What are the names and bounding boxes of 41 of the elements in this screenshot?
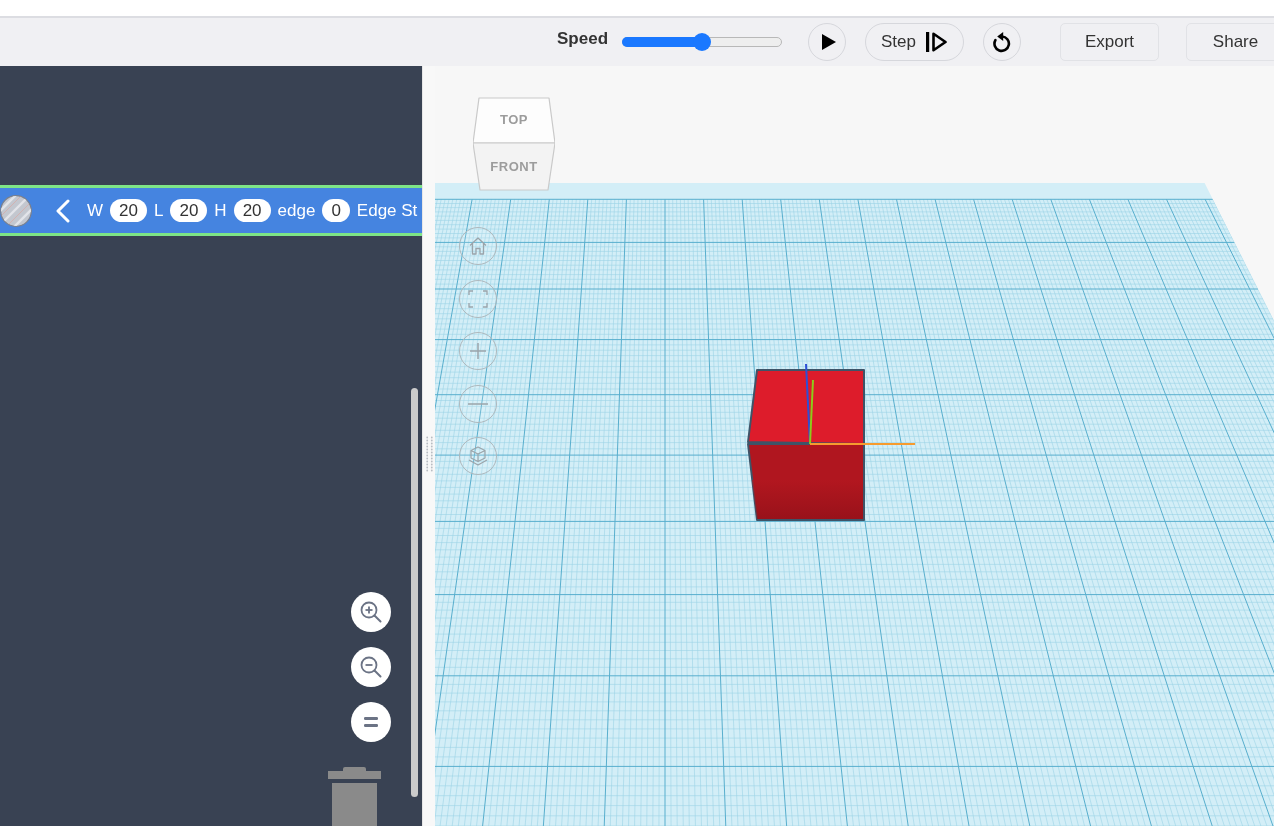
speed-slider[interactable] xyxy=(622,33,783,51)
fit-view-icon xyxy=(468,289,488,308)
number-field[interactable]: 20 xyxy=(110,199,147,222)
cube-icon xyxy=(468,446,488,466)
y-axis-line xyxy=(809,379,814,445)
plus-icon xyxy=(470,343,486,359)
field-label: H xyxy=(214,200,227,221)
striped-circle-icon xyxy=(0,194,32,227)
play-icon xyxy=(821,34,836,50)
zoom-in-icon xyxy=(360,601,382,623)
scrollbar-thumb[interactable] xyxy=(411,388,418,797)
home-button[interactable] xyxy=(459,227,497,265)
zoom-out-icon xyxy=(360,656,382,678)
export-button[interactable]: Export xyxy=(1060,23,1160,61)
reset-zoom-button[interactable] xyxy=(351,702,391,742)
equals-icon xyxy=(364,717,378,727)
slider-thumb[interactable] xyxy=(693,33,712,51)
play-button[interactable] xyxy=(808,23,847,61)
number-field[interactable]: 0 xyxy=(322,199,350,222)
perspective-button[interactable] xyxy=(459,437,497,475)
speed-label: Speed xyxy=(557,29,609,49)
share-button[interactable]: Share xyxy=(1186,23,1274,61)
grip-icon xyxy=(425,436,433,472)
number-field[interactable]: 20 xyxy=(233,199,271,222)
field-label: W xyxy=(87,200,104,221)
home-icon xyxy=(469,237,487,255)
field-label: L xyxy=(153,200,164,221)
trash-icon[interactable] xyxy=(328,767,381,826)
zoom-out-button[interactable] xyxy=(351,647,391,687)
field-label: edge xyxy=(277,200,316,221)
restart-icon xyxy=(992,31,1013,53)
step-button[interactable]: Step xyxy=(865,23,965,61)
cube-shape[interactable] xyxy=(747,369,865,521)
minus-icon xyxy=(468,402,488,405)
code-block[interactable]: W 20 L 20 H 20 edge 0 Edge St xyxy=(0,185,422,236)
zoom-in-button[interactable] xyxy=(351,592,391,632)
step-forward-icon xyxy=(926,32,948,52)
chevron-left-icon[interactable] xyxy=(55,198,71,223)
restart-button[interactable] xyxy=(983,23,1022,61)
number-field[interactable]: 20 xyxy=(170,199,208,222)
field-label: Edge St xyxy=(356,200,418,221)
